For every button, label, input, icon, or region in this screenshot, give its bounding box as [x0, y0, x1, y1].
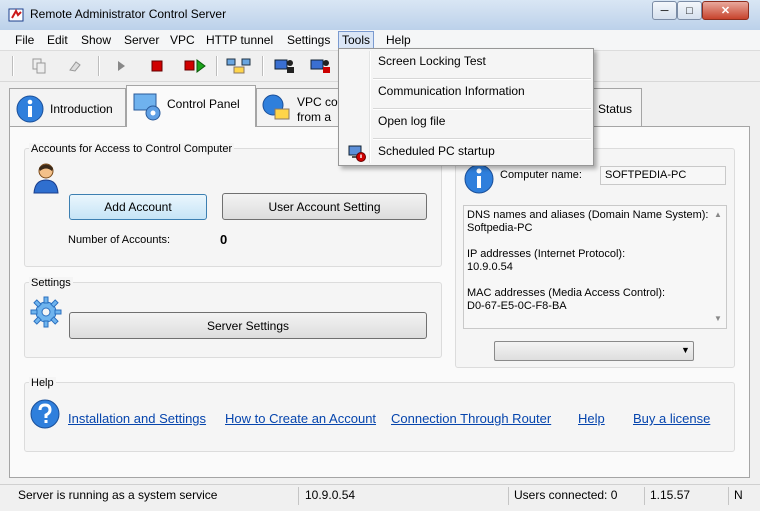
menu-item-scheduled-pc-startup[interactable]: Scheduled PC startup — [378, 144, 495, 158]
tools-dropdown-menu: Screen Locking Test Communication Inform… — [338, 48, 594, 166]
ip-value: 10.9.0.54 — [467, 261, 513, 273]
mac-label: MAC addresses (Media Access Control): — [467, 287, 666, 299]
stop-icon[interactable] — [148, 57, 166, 75]
scheduled-startup-icon — [348, 145, 366, 162]
connection-through-router-link[interactable]: Connection Through Router — [391, 411, 551, 426]
menu-item-communication-information[interactable]: Communication Information — [378, 84, 525, 98]
remote-user-icon[interactable] — [274, 57, 296, 75]
network-computers-icon[interactable] — [226, 57, 252, 75]
number-of-accounts-label: Number of Accounts: — [68, 234, 171, 246]
window-title: Remote Administrator Control Server — [30, 7, 227, 21]
buy-license-link[interactable]: Buy a license — [633, 411, 710, 426]
installation-and-settings-link[interactable]: Installation and Settings — [68, 411, 206, 426]
status-ip: 10.9.0.54 — [305, 488, 356, 502]
stop-and-start-icon[interactable] — [184, 57, 208, 75]
computer-name-field: SOFTPEDIA-PC — [600, 166, 726, 185]
number-of-accounts-value: 0 — [220, 232, 228, 247]
status-bar: Server is running as a system service 10… — [0, 484, 760, 511]
menu-file[interactable]: File — [12, 32, 37, 48]
help-question-icon — [30, 399, 60, 429]
network-info-scrollbar[interactable]: ▲ ▼ — [710, 206, 726, 328]
menu-help[interactable]: Help — [383, 32, 414, 48]
status-last-cell: N — [734, 488, 743, 502]
vpc-globe-icon — [262, 94, 290, 120]
tab-control-panel-label: Control Panel — [167, 97, 240, 111]
mac-value: D0-67-E5-0C-F8-BA — [467, 300, 567, 312]
close-button[interactable]: ✕ — [702, 1, 749, 20]
menu-tools[interactable]: Tools — [338, 31, 375, 49]
menu-gutter — [369, 51, 371, 163]
menu-http-tunnel[interactable]: HTTP tunnel — [203, 32, 276, 48]
server-settings-button[interactable]: Server Settings — [69, 312, 427, 339]
scroll-up-icon[interactable]: ▲ — [714, 210, 722, 219]
network-info-box: DNS names and aliases (Domain Name Syste… — [463, 205, 727, 329]
maximize-button[interactable]: □ — [677, 1, 702, 20]
ip-label: IP addresses (Internet Protocol): — [467, 248, 626, 260]
chevron-down-icon: ▼ — [681, 345, 690, 355]
toolbar-separator — [216, 56, 218, 76]
eraser-icon[interactable] — [66, 57, 84, 75]
menu-separator — [373, 138, 591, 140]
user-account-setting-button[interactable]: User Account Setting — [222, 193, 427, 220]
toolbar-separator — [262, 56, 264, 76]
menu-vpc[interactable]: VPC — [167, 32, 198, 48]
control-panel-icon — [133, 93, 161, 121]
status-message: Server is running as a system service — [18, 488, 218, 502]
menu-show[interactable]: Show — [78, 32, 114, 48]
info-icon — [16, 95, 44, 123]
computer-name-label: Computer name: — [500, 169, 582, 181]
network-adapter-select[interactable]: ▼ — [494, 341, 694, 361]
dns-label: DNS names and aliases (Domain Name Syste… — [467, 209, 709, 221]
menu-edit[interactable]: Edit — [44, 32, 71, 48]
menu-item-open-log-file[interactable]: Open log file — [378, 114, 445, 128]
toolbar-separator — [12, 56, 14, 76]
toolbar-separator — [98, 56, 100, 76]
tab-introduction-label: Introduction — [50, 102, 113, 116]
tab-control-panel[interactable]: Control Panel — [126, 85, 256, 127]
how-to-create-account-link[interactable]: How to Create an Account — [225, 411, 376, 426]
menu-item-screen-locking-test[interactable]: Screen Locking Test — [378, 54, 486, 68]
play-icon[interactable] — [112, 57, 130, 75]
tab-status[interactable]: Status — [590, 88, 642, 126]
tab-vpc[interactable]: VPC co from a — [256, 88, 346, 126]
user-icon — [33, 163, 59, 194]
tab-vpc-label-line1: VPC co — [297, 95, 338, 109]
minimize-button[interactable]: ─ — [652, 1, 677, 20]
copy-icon[interactable] — [30, 57, 48, 75]
accounts-group-title: Accounts for Access to Control Computer — [29, 143, 235, 155]
tab-introduction[interactable]: Introduction — [9, 88, 126, 126]
scroll-down-icon[interactable]: ▼ — [714, 314, 722, 323]
remote-user-disconnect-icon[interactable] — [310, 57, 332, 75]
status-version: 1.15.57 — [650, 488, 691, 502]
dns-value: Softpedia-PC — [467, 222, 533, 234]
menu-server[interactable]: Server — [121, 32, 162, 48]
gear-icon — [30, 296, 62, 328]
add-account-button[interactable]: Add Account — [69, 194, 207, 220]
app-logo-icon — [8, 8, 24, 22]
status-separator — [298, 487, 299, 505]
status-separator — [508, 487, 509, 505]
info-icon — [464, 164, 494, 194]
help-link[interactable]: Help — [578, 411, 605, 426]
menu-separator — [373, 78, 591, 80]
menu-separator — [373, 108, 591, 110]
settings-group-title: Settings — [29, 277, 73, 289]
menu-settings[interactable]: Settings — [284, 32, 333, 48]
help-group-title: Help — [29, 377, 56, 389]
title-bar[interactable]: Remote Administrator Control Server ─ □ … — [0, 0, 760, 31]
tab-status-label: Status — [598, 102, 633, 116]
tab-vpc-label-line2: from a — [297, 110, 332, 124]
status-separator — [728, 487, 729, 505]
status-users-connected: Users connected: 0 — [514, 488, 618, 502]
status-separator — [644, 487, 645, 505]
